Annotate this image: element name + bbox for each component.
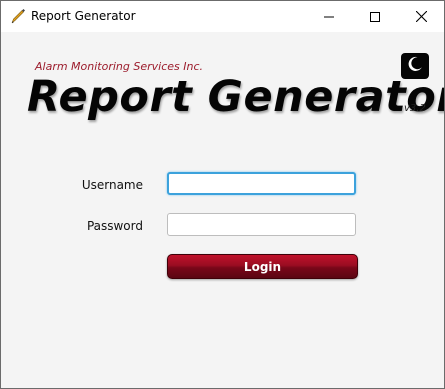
maximize-button[interactable] (352, 1, 398, 32)
close-button[interactable] (398, 1, 444, 32)
maximize-icon (370, 7, 380, 26)
app-heading: Report Generator (27, 72, 445, 122)
username-label: Username (81, 178, 143, 192)
minimize-icon (324, 7, 334, 26)
minimize-button[interactable] (306, 1, 352, 32)
window-title: Report Generator (31, 9, 136, 23)
app-window: Report Generator Alarm Monitoring Servic… (0, 0, 445, 389)
version-label: v3.2 (404, 103, 426, 114)
theme-toggle-button[interactable] (401, 53, 429, 79)
close-icon (415, 7, 427, 26)
title-bar[interactable]: Report Generator (1, 1, 444, 32)
password-label: Password (86, 219, 143, 233)
login-button[interactable]: Login (167, 254, 358, 279)
login-button-label: Login (243, 259, 282, 274)
username-input[interactable] (167, 172, 356, 195)
password-input[interactable] (167, 213, 356, 236)
moon-icon (406, 55, 424, 77)
pencil-icon (10, 8, 26, 24)
